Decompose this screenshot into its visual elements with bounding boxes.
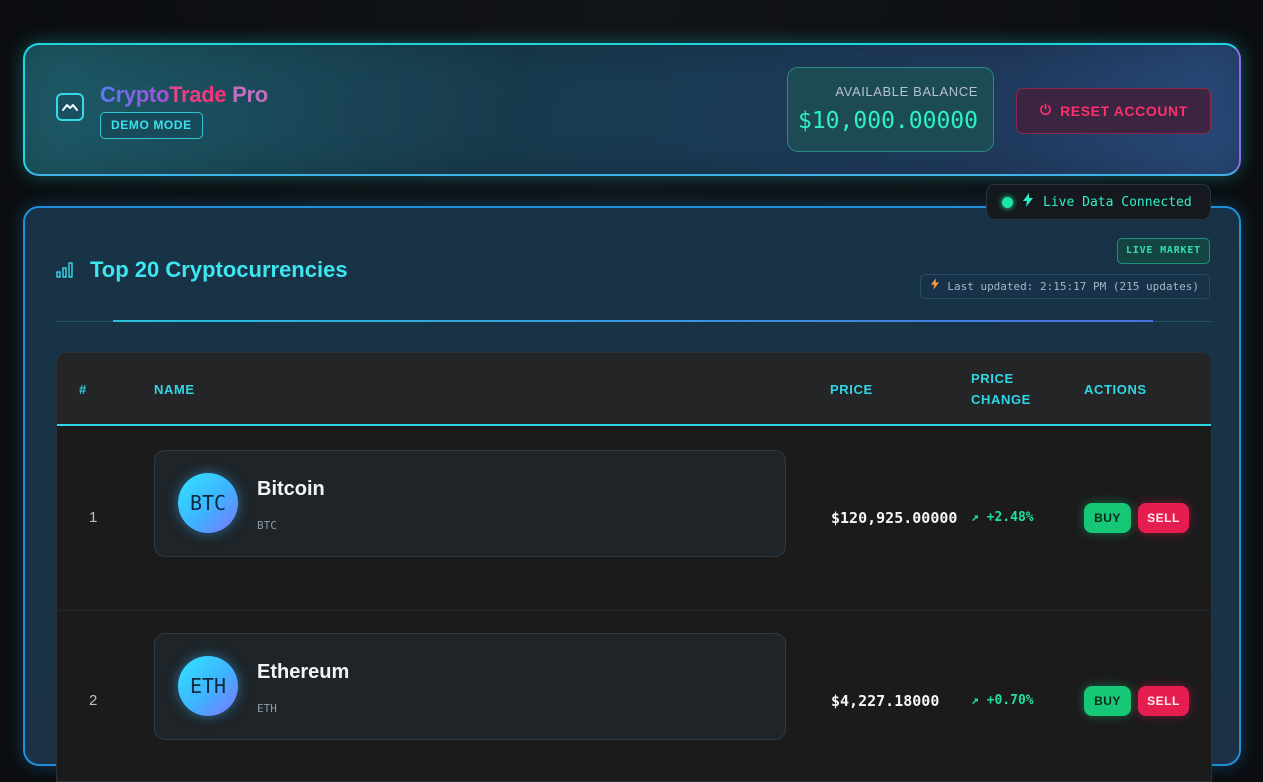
trend-wave-icon [56, 93, 84, 121]
col-price: PRICE [830, 382, 873, 397]
col-actions: ACTIONS [1084, 382, 1147, 397]
connection-status: Live Data Connected [986, 184, 1211, 220]
reset-account-button[interactable]: RESET ACCOUNT [1016, 88, 1211, 134]
coin-name: Ethereum [257, 661, 350, 683]
buy-button[interactable]: BUY [1084, 503, 1131, 533]
brand-part-trade: Trade [169, 82, 227, 107]
connection-status-text: Live Data Connected [1043, 194, 1192, 210]
coin-symbol: BTC [257, 519, 277, 532]
col-price-change-line1: PRICE [971, 371, 1014, 386]
coin-symbol: ETH [257, 702, 277, 715]
sell-button[interactable]: SELL [1138, 686, 1189, 716]
last-updated-text: Last updated: 2:15:17 PM (215 updates) [947, 280, 1199, 293]
market-panel: Top 20 Cryptocurrencies LIVE MARKET Last… [23, 206, 1241, 782]
crypto-table: # NAME PRICE PRICE CHANGE ACTIONS 1 BTC … [56, 352, 1212, 782]
brand-part-crypto: Crypto [100, 82, 170, 107]
table-row: 2 ETH Ethereum ETH $4,227.18000 ↗ +0.70%… [57, 611, 1211, 781]
lightning-icon [1023, 193, 1033, 211]
col-price-change-line2: CHANGE [971, 392, 1031, 407]
balance-value: $10,000.00000 [797, 108, 978, 134]
coin-card[interactable]: BTC Bitcoin BTC [154, 450, 786, 557]
buy-button[interactable]: BUY [1084, 686, 1131, 716]
col-rank: # [79, 382, 87, 397]
lightning-icon [931, 275, 940, 298]
coin-name: Bitcoin [257, 478, 325, 500]
brand-title: CryptoTrade Pro [100, 82, 268, 108]
sell-button[interactable]: SELL [1138, 503, 1189, 533]
coin-price: $4,227.18000 [831, 692, 940, 710]
coin-change: ↗ +2.48% [971, 510, 1034, 525]
coin-change: ↗ +0.70% [971, 693, 1034, 708]
coin-avatar: BTC [178, 473, 238, 533]
live-market-badge: LIVE MARKET [1116, 238, 1210, 264]
signal-bars-icon [56, 261, 74, 283]
col-name: NAME [154, 382, 195, 397]
table-row: 1 BTC Bitcoin BTC $120,925.00000 ↗ +2.48… [57, 428, 1211, 611]
balance-label: AVAILABLE BALANCE [835, 84, 978, 99]
last-updated-badge: Last updated: 2:15:17 PM (215 updates) [920, 274, 1210, 299]
balance-card: AVAILABLE BALANCE $10,000.00000 [787, 67, 994, 152]
brand-part-pro: Pro [226, 82, 268, 107]
col-price-change: PRICE CHANGE [971, 368, 1031, 410]
coin-price: $120,925.00000 [831, 509, 958, 527]
table-header: # NAME PRICE PRICE CHANGE ACTIONS [57, 353, 1211, 426]
power-icon [1039, 103, 1052, 119]
divider-accent [113, 320, 1153, 322]
reset-account-label: RESET ACCOUNT [1060, 103, 1188, 119]
row-rank: 1 [89, 509, 98, 526]
app-header: CryptoTrade Pro DEMO MODE AVAILABLE BALA… [23, 43, 1241, 176]
market-title: Top 20 Cryptocurrencies [90, 257, 348, 282]
coin-avatar: ETH [178, 656, 238, 716]
row-rank: 2 [89, 692, 98, 709]
coin-card[interactable]: ETH Ethereum ETH [154, 633, 786, 740]
status-dot [1002, 196, 1013, 208]
demo-mode-badge: DEMO MODE [100, 112, 203, 139]
